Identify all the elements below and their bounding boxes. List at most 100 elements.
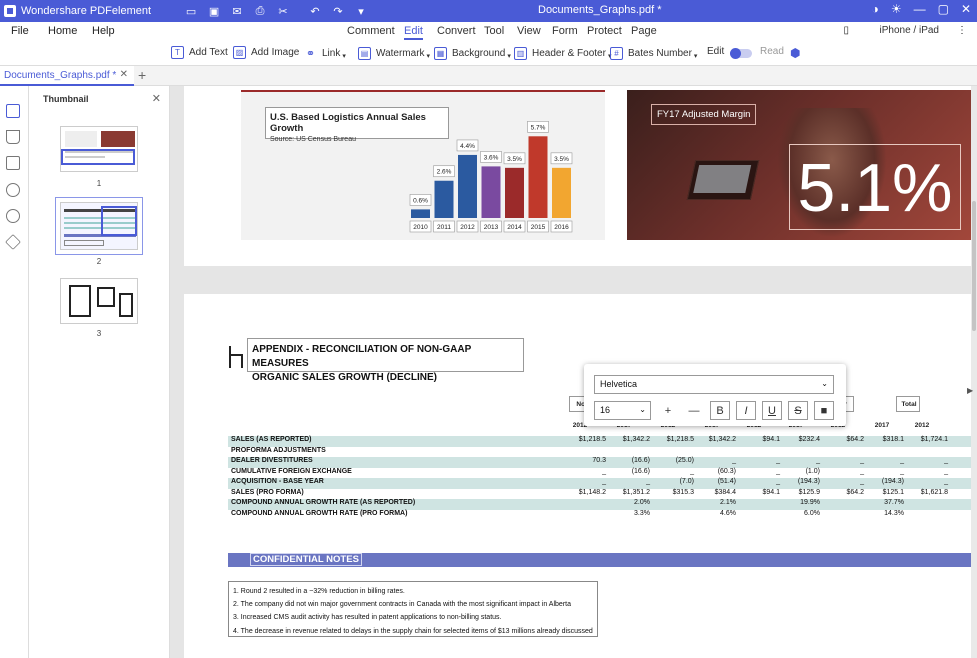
more-icon[interactable]: ⋮ [957,25,967,36]
menu-protect[interactable]: Protect [587,25,622,37]
add-text-button[interactable]: T Add Text [171,46,228,59]
print-icon[interactable]: ⎙ [252,3,268,19]
table-cell[interactable]: 2.0% [608,499,650,506]
table-cell[interactable]: $94.1 [738,489,780,496]
scrollbar-thumb[interactable] [972,201,976,331]
vertical-scrollbar[interactable] [971,86,977,658]
undo-icon[interactable]: ↶ [307,3,323,19]
table-cell[interactable]: _ [738,478,780,485]
header-group-box[interactable]: Total [896,396,920,412]
menu-tool[interactable]: Tool [484,25,504,37]
maximize-icon[interactable]: ▢ [938,2,949,16]
table-cell[interactable]: _ [822,457,864,464]
row-label[interactable]: DEALER DIVESTITURES [231,457,313,464]
comment-icon[interactable] [6,156,20,170]
thumbnail-close-icon[interactable]: ✕ [152,92,161,105]
table-cell[interactable]: $318.1 [862,436,904,443]
decrease-font-button[interactable]: — [684,401,704,420]
page-thumbnail-1[interactable] [60,126,138,172]
menu-page[interactable]: Page [631,25,657,37]
table-cell[interactable]: $1,342.2 [694,436,736,443]
margin-label[interactable]: FY17 Adjusted Margin [651,104,757,125]
link-dropdown-icon[interactable]: ▾ [342,52,346,60]
link-button[interactable]: ⚭ Link ▾ [304,46,346,61]
collapse-right-arrow-icon[interactable]: ▶ [967,386,973,395]
edit-read-toggle[interactable] [730,48,752,59]
table-cell[interactable]: (16.6) [608,468,650,475]
menu-convert[interactable]: Convert [437,25,476,37]
appendix-heading[interactable]: APPENDIX - RECONCILIATION OF NON-GAAP ME… [247,338,524,383]
open-folder-icon[interactable]: ▭ [183,3,199,19]
customize-dropdown-icon[interactable]: ▾ [353,3,369,19]
thumbnail-panel-icon[interactable] [6,104,20,118]
chart-title-box[interactable]: U.S. Based Logistics Annual Sales Growth… [265,107,449,143]
search-icon[interactable] [6,209,20,223]
table-cell[interactable]: $1,218.5 [652,436,694,443]
page-thumbnail-3[interactable] [60,278,138,324]
table-cell[interactable]: _ [564,468,606,475]
confidential-notes-title[interactable]: CONFIDENTIAL NOTES [250,553,362,566]
redo-icon[interactable]: ↷ [330,3,346,19]
watermark-dropdown-icon[interactable]: ▾ [427,52,431,60]
table-cell[interactable]: 14.3% [862,510,904,517]
table-cell[interactable]: _ [862,457,904,464]
table-cell[interactable]: _ [778,457,820,464]
watermark-button[interactable]: ▤ Watermark ▾ [358,46,430,60]
confidential-notes-box[interactable]: 1. Round 2 resulted in a ~32% reduction … [228,581,598,637]
settings-hex-icon[interactable]: ⬢ [790,46,800,60]
font-color-button[interactable]: ■ [814,401,834,420]
bookmark-icon[interactable] [6,130,20,144]
row-label[interactable]: SALES (PRO FORMA) [231,489,304,496]
font-family-select[interactable]: Helvetica ⌄ [594,375,834,394]
row-label[interactable]: CUMULATIVE FOREIGN EXCHANGE [231,468,352,475]
table-cell[interactable]: (60.3) [694,468,736,475]
background-dropdown-icon[interactable]: ▾ [507,52,511,60]
scissors-icon[interactable]: ✂ [275,3,291,19]
menu-form[interactable]: Form [552,25,578,37]
table-cell[interactable]: _ [906,457,948,464]
row-label[interactable]: COMPOUND ANNUAL GROWTH RATE (AS REPORTED… [231,499,415,506]
table-cell[interactable]: _ [862,468,904,475]
table-cell[interactable]: (7.0) [652,478,694,485]
table-cell[interactable]: _ [822,468,864,475]
table-cell[interactable]: $232.4 [778,436,820,443]
tab-close-icon[interactable]: ✕ [120,69,128,80]
table-cell[interactable]: $1,342.2 [608,436,650,443]
table-cell[interactable]: (194.3) [862,478,904,485]
document-tab[interactable]: Documents_Graphs.pdf * ✕ [0,66,134,86]
italic-button[interactable]: I [736,401,756,420]
row-label[interactable]: SALES (AS REPORTED) [231,436,312,443]
menu-help[interactable]: Help [92,25,115,37]
table-cell[interactable]: $315.3 [652,489,694,496]
add-image-button[interactable]: ▨ Add Image [233,46,299,59]
iphone-ipad-link[interactable]: iPhone / iPad [880,25,940,36]
background-button[interactable]: ▦ Background ▾ [434,46,511,60]
table-cell[interactable]: $1,148.2 [564,489,606,496]
table-cell[interactable]: $1,218.5 [564,436,606,443]
account-icon[interactable]: ◑ [872,2,879,16]
bates-number-button[interactable]: # Bates Number ▾ [610,46,697,60]
year-header[interactable]: 2017 [866,422,898,429]
strikethrough-button[interactable]: S [788,401,808,420]
row-label[interactable]: PROFORMA ADJUSTMENTS [231,447,326,454]
table-cell[interactable]: 37.7% [862,499,904,506]
bates-number-dropdown-icon[interactable]: ▾ [694,52,698,60]
save-icon[interactable]: ▣ [206,3,222,19]
font-size-select[interactable]: 16 ⌄ [594,401,651,420]
menu-edit[interactable]: Edit [404,25,423,40]
menu-file[interactable]: File [11,25,29,37]
year-header[interactable]: 2012 [906,422,938,429]
table-cell[interactable]: _ [906,478,948,485]
row-label[interactable]: ACQUISITION - BASE YEAR [231,478,324,485]
table-cell[interactable]: $384.4 [694,489,736,496]
table-cell[interactable]: _ [738,468,780,475]
table-cell[interactable]: _ [564,478,606,485]
table-cell[interactable]: $94.1 [738,436,780,443]
menu-home[interactable]: Home [48,25,77,37]
table-cell[interactable]: _ [652,468,694,475]
table-cell[interactable]: (194.3) [778,478,820,485]
table-cell[interactable]: 2.1% [694,499,736,506]
table-cell[interactable]: _ [738,457,780,464]
table-cell[interactable]: _ [906,468,948,475]
theme-sun-icon[interactable]: ☀ [891,2,902,16]
